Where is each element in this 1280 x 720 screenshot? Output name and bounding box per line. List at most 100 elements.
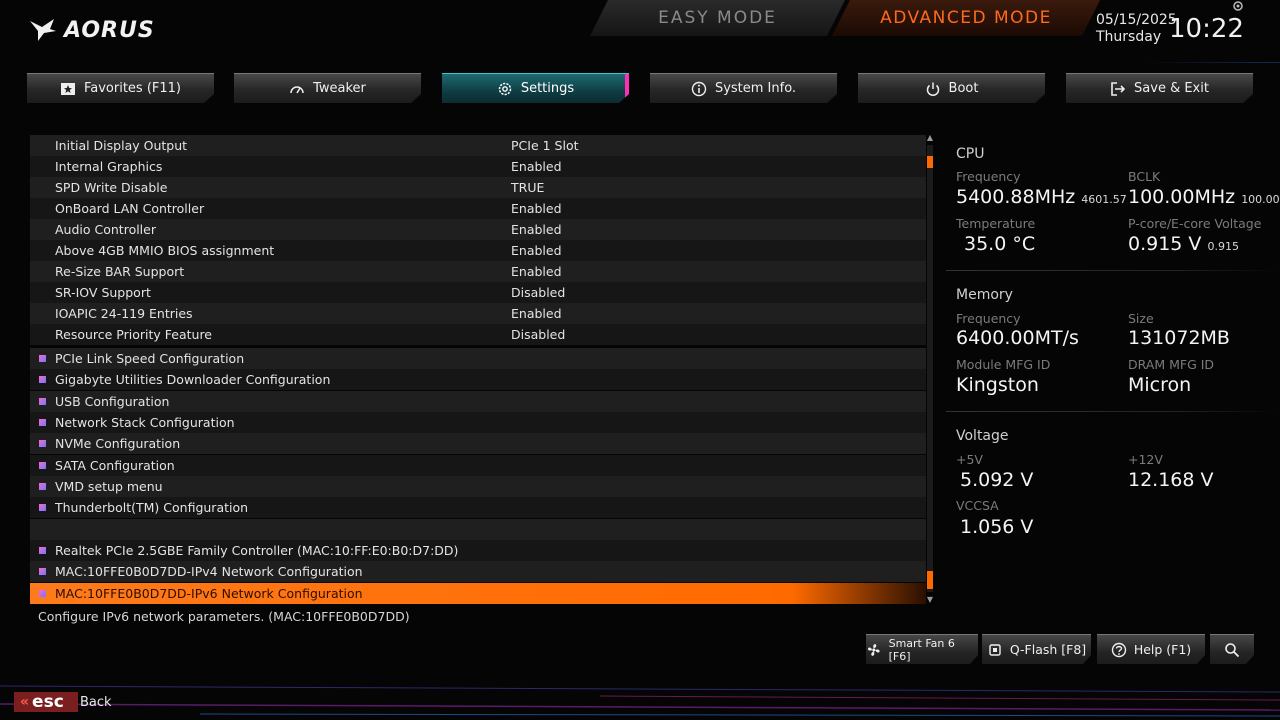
setting-value[interactable]: Enabled	[511, 222, 562, 237]
submenu-label: PCIe Link Speed Configuration	[55, 351, 245, 366]
v12-label: +12V	[1128, 452, 1163, 467]
tab-label: Tweaker	[313, 81, 366, 96]
power-icon	[925, 81, 941, 97]
advanced-mode-button[interactable]: ADVANCED MODE	[832, 0, 1100, 36]
tab-system-info[interactable]: System Info.	[650, 73, 837, 103]
network-item-realtek[interactable]: Realtek PCIe 2.5GBE Family Controller (M…	[30, 540, 926, 561]
easy-mode-button[interactable]: EASY MODE	[590, 0, 845, 36]
bclk-value: 100.00MHz 100.00	[1128, 186, 1280, 208]
setting-value[interactable]: Disabled	[511, 327, 565, 342]
fan-icon	[866, 642, 882, 658]
esc-button[interactable]: « esc	[14, 692, 78, 712]
qflash-label: Q-Flash [F8]	[1009, 642, 1087, 657]
tab-label: Settings	[520, 81, 575, 96]
scrollbar-thumb[interactable]	[927, 156, 933, 168]
network-item-ipv6-selected[interactable]: MAC:10FFE0B0D7DD-IPv6 Network Configurat…	[30, 583, 926, 604]
tab-label: Favorites (F11)	[83, 81, 182, 96]
smart-fan-button[interactable]: Smart Fan 6 [F6]	[866, 634, 978, 664]
setting-value[interactable]: Enabled	[511, 306, 562, 321]
tab-boot[interactable]: Boot	[858, 73, 1045, 103]
tab-tweaker[interactable]: Tweaker	[234, 73, 421, 103]
v5-value: 5.092 V	[960, 469, 1034, 491]
vccsa-value: 1.056 V	[960, 516, 1034, 538]
scroll-up-icon[interactable]: ▲	[926, 134, 934, 142]
weekday-text: Thursday	[1096, 29, 1162, 45]
submenu-label: NVMe Configuration	[55, 436, 181, 451]
esc-key-label: esc	[32, 692, 64, 712]
info-icon	[691, 81, 707, 97]
submenu-bullet-icon	[39, 355, 46, 362]
qflash-button[interactable]: Q-Flash [F8]	[982, 634, 1091, 664]
setting-value[interactable]: PCIe 1 Slot	[511, 138, 579, 153]
setting-label: SR-IOV Support	[55, 285, 151, 300]
tab-save-exit[interactable]: Save & Exit	[1066, 73, 1253, 103]
cpu-frequency-value: 5400.88MHz 4601.57	[956, 186, 1127, 208]
setting-row-sr-iov[interactable]: SR-IOV Support Disabled	[30, 282, 926, 303]
setting-value[interactable]: Disabled	[511, 285, 565, 300]
submenu-thunderbolt[interactable]: Thunderbolt(TM) Configuration	[30, 497, 926, 518]
submenu-label: USB Configuration	[55, 394, 170, 409]
setting-row-internal-graphics[interactable]: Internal Graphics Enabled	[30, 156, 926, 177]
submenu-bullet-icon	[39, 440, 46, 447]
tab-settings[interactable]: Settings	[442, 73, 629, 103]
network-item-ipv4[interactable]: MAC:10FFE0B0D7DD-IPv4 Network Configurat…	[30, 561, 926, 582]
setting-row-onboard-lan[interactable]: OnBoard LAN Controller Enabled	[30, 198, 926, 219]
help-button[interactable]: Help (F1)	[1097, 634, 1205, 664]
tab-label: Save & Exit	[1134, 81, 1209, 96]
panel-divider	[946, 270, 1280, 271]
module-mfg-label: Module MFG ID	[956, 357, 1051, 372]
network-label: MAC:10FFE0B0D7DD-IPv4 Network Configurat…	[55, 564, 363, 579]
memory-section-title: Memory	[956, 287, 1013, 303]
core-voltage-label: P-core/E-core Voltage	[1128, 216, 1262, 231]
scrollbar-track[interactable]	[927, 145, 933, 592]
clock-time: 10:22	[1169, 14, 1244, 44]
submenu-nvme[interactable]: NVMe Configuration	[30, 433, 926, 454]
star-icon	[60, 81, 76, 97]
memory-size-value: 131072MB	[1128, 327, 1230, 349]
item-help-text: Configure IPv6 network parameters. (MAC:…	[38, 609, 410, 624]
submenu-bullet-icon	[39, 504, 46, 511]
submenu-vmd[interactable]: VMD setup menu	[30, 476, 926, 497]
setting-row-audio-controller[interactable]: Audio Controller Enabled	[30, 219, 926, 240]
submenu-label: Network Stack Configuration	[55, 415, 235, 430]
setting-value[interactable]: Enabled	[511, 159, 562, 174]
vccsa-label: VCCSA	[956, 498, 999, 513]
setting-row-initial-display-output[interactable]: Initial Display Output PCIe 1 Slot	[30, 135, 926, 156]
core-voltage-main: 0.915 V	[1128, 233, 1202, 255]
submenu-usb[interactable]: USB Configuration	[30, 391, 926, 412]
tab-favorites[interactable]: Favorites (F11)	[27, 73, 214, 103]
submenu-bullet-icon	[39, 547, 46, 554]
memory-frequency-value: 6400.00MT/s	[956, 327, 1079, 349]
scroll-down-icon[interactable]: ▼	[926, 596, 934, 604]
bclk-label: BCLK	[1128, 169, 1161, 184]
setting-row-above-4gb-mmio[interactable]: Above 4GB MMIO BIOS assignment Enabled	[30, 240, 926, 261]
back-label[interactable]: Back	[80, 695, 112, 710]
cpu-temperature-label: Temperature	[956, 216, 1036, 231]
setting-value[interactable]: Enabled	[511, 243, 562, 258]
module-mfg-value: Kingston	[956, 374, 1039, 396]
submenu-gigabyte-utilities[interactable]: Gigabyte Utilities Downloader Configurat…	[30, 369, 926, 390]
bottom-decor-streaks	[0, 685, 1280, 717]
setting-row-spd-write-disable[interactable]: SPD Write Disable TRUE	[30, 177, 926, 198]
network-label: MAC:10FFE0B0D7DD-IPv6 Network Configurat…	[55, 586, 363, 601]
submenu-pcie-link-speed[interactable]: PCIe Link Speed Configuration	[30, 348, 926, 369]
setting-label: Resource Priority Feature	[55, 327, 212, 342]
setting-row-resize-bar[interactable]: Re-Size BAR Support Enabled	[30, 261, 926, 282]
setting-row-ioapic[interactable]: IOAPIC 24-119 Entries Enabled	[30, 303, 926, 324]
blank-row	[30, 519, 926, 540]
submenu-network-stack[interactable]: Network Stack Configuration	[30, 412, 926, 433]
submenu-sata[interactable]: SATA Configuration	[30, 455, 926, 476]
tab-label: Boot	[948, 81, 979, 96]
bclk-sub: 100.00	[1241, 193, 1280, 206]
memory-size-label: Size	[1128, 311, 1154, 326]
dram-mfg-label: DRAM MFG ID	[1128, 357, 1215, 372]
scrollbar-position-marker	[927, 571, 933, 589]
setting-value[interactable]: TRUE	[511, 180, 544, 195]
setting-row-resource-priority[interactable]: Resource Priority Feature Disabled	[30, 324, 926, 345]
eagle-icon	[30, 19, 56, 41]
cpu-frequency-main: 5400.88MHz	[956, 186, 1076, 208]
setting-value[interactable]: Enabled	[511, 201, 562, 216]
search-button[interactable]	[1210, 634, 1254, 664]
settings-gear-icon[interactable]	[1232, 0, 1244, 12]
setting-value[interactable]: Enabled	[511, 264, 562, 279]
